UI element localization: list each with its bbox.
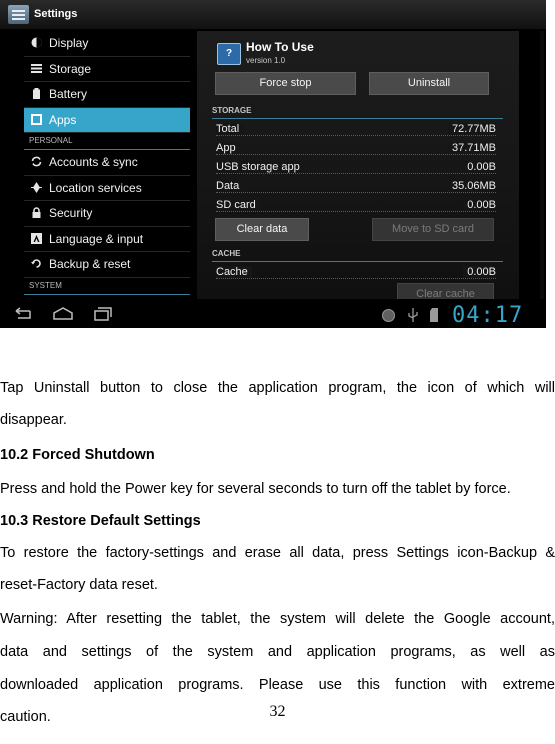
page-number: 32: [269, 703, 286, 720]
sidebar-item-language[interactable]: Language & input: [24, 227, 190, 252]
sidebar-item-battery[interactable]: Battery: [24, 82, 190, 108]
force-stop-button[interactable]: Force stop: [215, 72, 356, 95]
sidebar-item-label: Battery: [49, 87, 88, 101]
home-icon[interactable]: [52, 307, 74, 321]
sync-icon: [31, 156, 42, 167]
storage-row-label: App: [216, 142, 240, 154]
settings-sidebar: Display Storage Battery Apps PERSONAL Ac…: [24, 31, 190, 299]
storage-row-sdcard: SD card 0.00B: [216, 199, 496, 217]
warning-line2: data and settings of the system and appl…: [0, 644, 555, 660]
cache-header: CACHE: [212, 249, 241, 258]
sidebar-section-personal: PERSONAL: [24, 133, 190, 150]
dotted-leader: [216, 173, 496, 174]
clear-cache-button[interactable]: Clear cache: [397, 283, 494, 299]
back-icon[interactable]: [10, 307, 32, 321]
sidebar-item-label: Display: [49, 36, 89, 50]
action-bar: Settings: [0, 0, 546, 29]
scrollbar[interactable]: [540, 31, 544, 299]
sidebar-item-backup[interactable]: Backup & reset: [24, 252, 190, 278]
sidebar-item-label: Location services: [49, 180, 142, 195]
warning-line3: downloaded application programs. Please …: [0, 677, 555, 693]
system-navigation-bar: 04:17: [0, 302, 546, 328]
sidebar-item-label: Security: [49, 206, 93, 220]
dotted-leader: [216, 192, 496, 193]
battery-icon: [33, 88, 40, 99]
storage-divider: [212, 118, 503, 119]
app-info-panel: ? How To Use version 1.0 Force stop Unin…: [197, 31, 519, 299]
sidebar-item-security[interactable]: Security: [24, 201, 190, 227]
storage-row-usb: USB storage app 0.00B: [216, 161, 496, 179]
sidebar-section-system: SYSTEM: [24, 278, 190, 295]
help-app-icon: ?: [217, 43, 241, 65]
sd-card-icon: [430, 308, 438, 322]
shutdown-paragraph: Press and hold the Power key for several…: [0, 481, 511, 497]
location-icon: [31, 181, 42, 193]
action-bar-title: Settings: [34, 8, 78, 20]
sidebar-item-accounts[interactable]: Accounts & sync: [24, 150, 190, 176]
storage-icon: [31, 63, 42, 73]
heading-forced-shutdown: 10.2 Forced Shutdown: [0, 447, 155, 463]
app-name: How To Use: [246, 40, 314, 54]
warning-line1: Warning: After resetting the tablet, the…: [0, 611, 555, 627]
clear-data-button[interactable]: Clear data: [215, 218, 309, 241]
uninstall-button[interactable]: Uninstall: [369, 72, 489, 95]
sidebar-item-label: Accounts & sync: [49, 155, 138, 169]
restore-paragraph-line1: To restore the factory-settings and eras…: [0, 545, 555, 561]
storage-row-label: USB storage app: [216, 161, 304, 173]
dotted-leader: [216, 135, 496, 136]
clock: 04:17: [452, 303, 524, 328]
sidebar-item-display[interactable]: Display: [24, 31, 190, 57]
storage-row-total: Total 72.77MB: [216, 123, 496, 141]
storage-row-label: Data: [216, 180, 244, 192]
sidebar-item-storage[interactable]: Storage: [24, 57, 190, 82]
storage-header: STORAGE: [212, 106, 252, 115]
heading-restore-default: 10.3 Restore Default Settings: [0, 513, 201, 529]
dotted-leader: [216, 211, 496, 212]
storage-row-value: 35.06MB: [447, 180, 496, 192]
storage-row-value: 37.71MB: [447, 142, 496, 154]
storage-row-app: App 37.71MB: [216, 142, 496, 160]
storage-row-value: 0.00B: [463, 199, 496, 211]
storage-row-label: Total: [216, 123, 244, 135]
recent-apps-icon[interactable]: [94, 307, 112, 321]
storage-row-label: SD card: [216, 199, 260, 211]
storage-row-value: 0.00B: [463, 161, 496, 173]
settings-app-icon[interactable]: [8, 5, 29, 24]
backup-icon: [31, 259, 41, 268]
keyboard-icon: [31, 232, 42, 244]
dotted-leader: [216, 278, 496, 279]
display-icon: [31, 37, 42, 48]
cache-label: Cache: [216, 266, 252, 278]
sidebar-item-label: Apps: [49, 112, 77, 127]
cache-divider: [212, 261, 503, 262]
sidebar-item-label: Backup & reset: [49, 257, 131, 271]
sidebar-item-apps[interactable]: Apps: [24, 107, 190, 133]
cache-row: Cache 0.00B: [216, 266, 496, 284]
settings-screenshot: Settings Display Storage Battery Apps PE…: [0, 0, 546, 328]
storage-row-value: 72.77MB: [447, 123, 496, 135]
sidebar-item-label: Storage: [49, 61, 92, 76]
sidebar-item-label: Language & input: [49, 231, 144, 246]
notification-icon: [382, 309, 395, 322]
uninstall-paragraph-line1: Tap Uninstall button to close the applic…: [0, 380, 555, 396]
app-version: version 1.0: [246, 56, 286, 65]
move-to-sd-button[interactable]: Move to SD card: [372, 218, 494, 241]
restore-paragraph-line2: reset-Factory data reset.: [0, 577, 158, 593]
sidebar-item-location[interactable]: Location services: [24, 176, 190, 201]
lock-icon: [32, 207, 41, 218]
cache-value: 0.00B: [463, 266, 496, 278]
apps-icon: [31, 113, 42, 125]
dotted-leader: [216, 154, 496, 155]
uninstall-paragraph-line2: disappear.: [0, 412, 67, 428]
storage-row-data: Data 35.06MB: [216, 180, 496, 198]
usb-icon: [408, 308, 418, 322]
